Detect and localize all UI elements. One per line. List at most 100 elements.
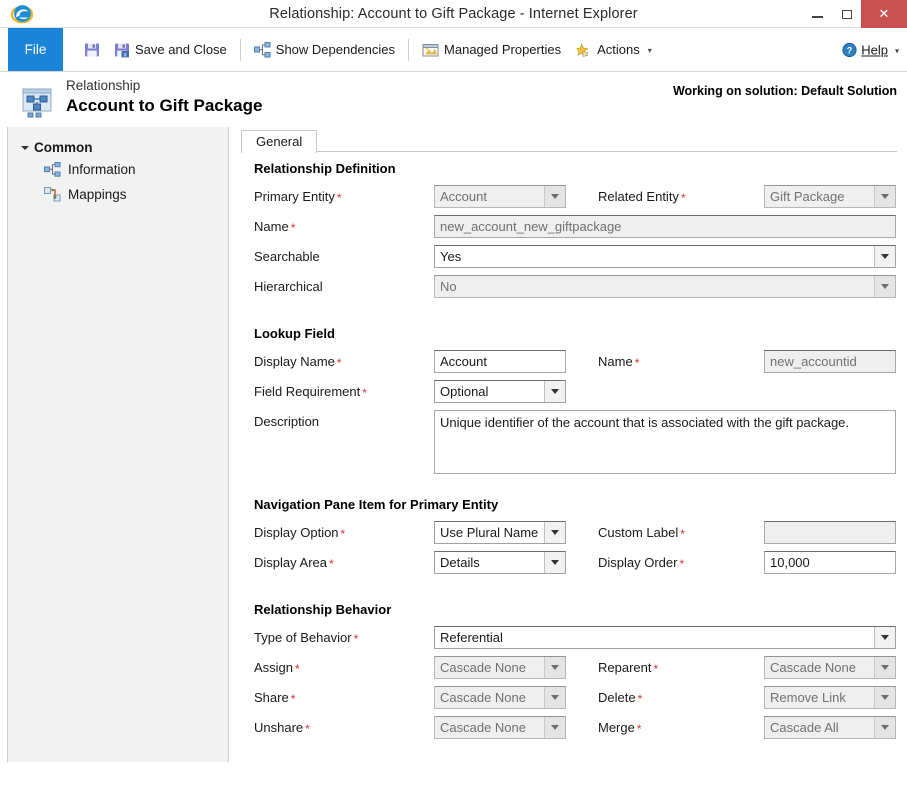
description-textarea[interactable]: Unique identifier of the account that is… <box>434 410 896 474</box>
reparent-select[interactable]: Cascade None <box>764 656 896 679</box>
display-order-value: 10,000 <box>770 555 810 570</box>
required-asterisk: * <box>305 722 310 736</box>
maximize-button[interactable] <box>832 0 861 28</box>
managed-properties-icon <box>422 42 439 58</box>
merge-label: Merge * <box>598 720 642 736</box>
display-name-label: Display Name * <box>254 354 342 370</box>
chevron-down-icon <box>874 276 895 297</box>
save-and-close-icon: x <box>114 42 130 58</box>
relationship-name-input[interactable]: new_account_new_giftpackage <box>434 215 896 238</box>
field-row-display-area: Display Area * Details Display Order * 10,… <box>254 550 896 580</box>
chevron-down-icon <box>874 687 895 708</box>
field-row-display-option: Display Option * Use Plural Name Custom L… <box>254 520 896 550</box>
field-requirement-label: Field Requirement * <box>254 384 367 400</box>
related-entity-select[interactable]: Gift Package <box>764 185 896 208</box>
display-order-input[interactable]: 10,000 <box>764 551 896 574</box>
hierarchical-select[interactable]: No <box>434 275 896 298</box>
field-row-hierarchical: Hierarchical No <box>254 274 896 304</box>
assign-value: Cascade None <box>440 660 526 675</box>
solution-context-label: Working on solution: Default Solution <box>672 84 897 98</box>
type-of-behavior-select[interactable]: Referential <box>434 626 896 649</box>
assign-select[interactable]: Cascade None <box>434 656 566 679</box>
sidebar-item-information[interactable]: Information <box>8 157 228 182</box>
title-bar: Relationship: Account to Gift Package - … <box>0 0 907 28</box>
primary-entity-select[interactable]: Account <box>434 185 566 208</box>
field-row-unshare-merge: Unshare * Cascade None Merge * Cascade All <box>254 715 896 745</box>
required-asterisk: * <box>636 722 642 736</box>
save-button[interactable] <box>77 35 107 65</box>
field-requirement-value: Optional <box>440 384 489 399</box>
close-button[interactable]: ✕ <box>861 0 907 28</box>
share-select[interactable]: Cascade None <box>434 686 566 709</box>
save-and-close-label: Save and Close <box>135 42 227 57</box>
unshare-select[interactable]: Cascade None <box>434 716 566 739</box>
lookup-name-value: new_accountid <box>770 354 857 369</box>
unshare-value: Cascade None <box>440 720 526 735</box>
sidebar-group-common[interactable]: Common <box>8 137 228 157</box>
field-requirement-select[interactable]: Optional <box>434 380 566 403</box>
file-tab[interactable]: File <box>8 28 63 71</box>
lookup-name-input[interactable]: new_accountid <box>764 350 896 373</box>
assign-label: Assign * <box>254 660 300 676</box>
toolbar-separator-1 <box>239 38 241 61</box>
actions-button[interactable]: Actions ▾ <box>568 35 659 65</box>
chevron-down-icon <box>874 246 895 267</box>
required-asterisk: * <box>336 191 342 205</box>
tab-general[interactable]: General <box>241 130 318 153</box>
display-area-select[interactable]: Details <box>434 551 566 574</box>
searchable-select[interactable]: Yes <box>434 245 896 268</box>
field-row-searchable: Searchable Yes <box>254 244 896 274</box>
general-tab-panel: Relationship Definition Primary Entity * … <box>241 152 897 753</box>
delete-value: Remove Link <box>770 690 846 705</box>
required-asterisk: * <box>290 221 296 235</box>
window-controls: ✕ <box>803 0 907 28</box>
required-asterisk: * <box>295 662 300 676</box>
custom-label-label: Custom Label * <box>598 525 685 541</box>
merge-value: Cascade All <box>770 720 839 735</box>
chevron-down-icon <box>874 186 895 207</box>
searchable-value: Yes <box>440 249 462 264</box>
window-title: Relationship: Account to Gift Package - … <box>269 5 638 22</box>
help-button[interactable]: ? Help ▾ <box>842 42 899 57</box>
chevron-down-icon <box>874 717 895 738</box>
sidebar-item-mappings[interactable]: Mappings <box>8 182 228 207</box>
primary-entity-value: Account <box>440 189 487 204</box>
unshare-label: Unshare * <box>254 720 310 736</box>
required-asterisk: * <box>653 662 659 676</box>
field-row-description: Description Unique identifier of the acc… <box>254 409 896 483</box>
merge-select[interactable]: Cascade All <box>764 716 896 739</box>
related-entity-value: Gift Package <box>770 189 845 204</box>
page-title: Account to Gift Package <box>66 96 263 115</box>
minimize-button[interactable] <box>803 0 832 28</box>
lookup-name-label: Name * <box>598 354 640 370</box>
display-option-value: Use Plural Name <box>440 525 539 540</box>
chevron-down-icon <box>544 687 565 708</box>
chevron-expanded-icon <box>21 146 29 150</box>
required-asterisk: * <box>353 632 359 646</box>
body: Common Information Mappings General Rela… <box>0 127 907 775</box>
svg-text:?: ? <box>847 45 853 55</box>
field-row-relationship-name: Name * new_account_new_giftpackage <box>254 214 896 244</box>
display-name-input[interactable]: Account <box>434 350 566 373</box>
field-row-type-of-behavior: Type of Behavior * Referential <box>254 625 896 655</box>
save-and-close-button[interactable]: x Save and Close <box>107 35 234 65</box>
chevron-down-icon <box>874 627 895 648</box>
related-entity-label: Related Entity * <box>598 189 686 205</box>
tab-strip: General <box>241 130 907 153</box>
searchable-label: Searchable <box>254 249 320 264</box>
hierarchical-label: Hierarchical <box>254 279 323 294</box>
relationship-name-value: new_account_new_giftpackage <box>440 219 622 234</box>
display-option-label: Display Option * <box>254 525 346 541</box>
header-entity-type: Relationship <box>66 78 141 93</box>
managed-properties-button[interactable]: Managed Properties <box>415 35 568 65</box>
delete-select[interactable]: Remove Link <box>764 686 896 709</box>
show-dependencies-button[interactable]: Show Dependencies <box>247 35 402 65</box>
toolbar-separator-2 <box>408 38 410 61</box>
custom-label-input[interactable] <box>764 521 896 544</box>
required-asterisk: * <box>362 386 367 400</box>
share-value: Cascade None <box>440 690 526 705</box>
display-option-select[interactable]: Use Plural Name <box>434 521 566 544</box>
required-asterisk: * <box>680 191 686 205</box>
required-asterisk: * <box>680 527 685 541</box>
sidebar-item-label: Mappings <box>68 187 127 202</box>
